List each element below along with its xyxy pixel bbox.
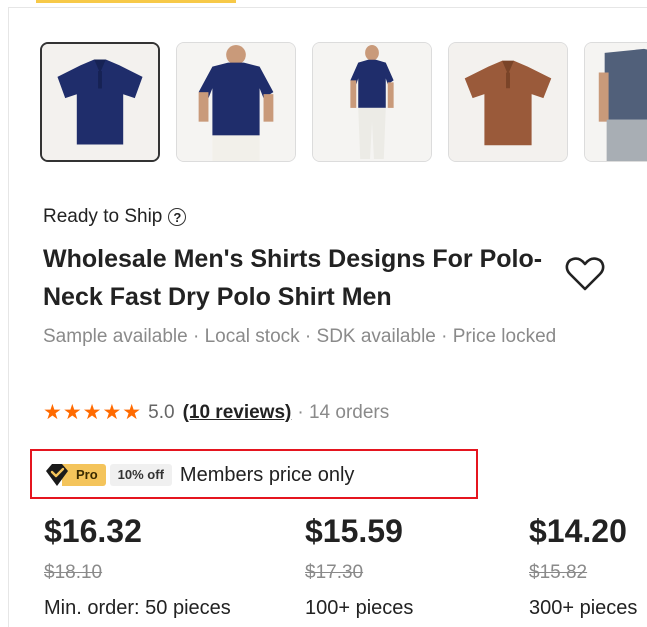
thumbnail-4[interactable]: [448, 42, 568, 162]
product-title: Wholesale Men's Shirts Designs For Polo-…: [43, 245, 543, 311]
grey-polo-model-icon: [585, 43, 647, 161]
price-tier-3: $14.20 $15.82 300+ pieces: [529, 510, 637, 624]
thumbnail-1[interactable]: [40, 42, 160, 162]
thumbnail-3[interactable]: [312, 42, 432, 162]
diamond-icon: [46, 464, 68, 486]
tier-quantity: 300+ pieces: [529, 597, 638, 619]
rating-score: 5.0: [148, 401, 175, 423]
tier-quantity: 100+ pieces: [305, 597, 414, 619]
navy-polo-flat-icon: [42, 44, 158, 160]
reviews-link[interactable]: (10 reviews): [183, 402, 292, 424]
star-rating-icon: ★★★★★: [43, 401, 143, 424]
price-tier-1: $16.32 $18.10 Min. order: 50 pieces: [44, 510, 231, 624]
tier-price: $15.59: [305, 513, 403, 549]
help-icon[interactable]: ?: [168, 208, 187, 226]
price-tier-2: $15.59 $17.30 100+ pieces: [305, 510, 413, 624]
tier-price: $14.20: [529, 513, 627, 549]
tier-price: $16.32: [44, 513, 142, 549]
ready-to-ship-label: Ready to Ship: [43, 206, 163, 227]
product-meta: Sample available · Local stock · SDK ava…: [43, 326, 557, 347]
ready-to-ship: Ready to Ship ?: [43, 206, 187, 228]
discount-badge: 10% off: [109, 464, 172, 486]
member-price-text: Members price only: [179, 463, 355, 486]
orders-count: · 14 orders: [297, 401, 390, 423]
tier-original-price: $15.82: [529, 562, 588, 583]
top-accent-bar: [36, 0, 236, 3]
navy-polo-model-front-icon: [177, 43, 295, 161]
thumbnail-5[interactable]: [584, 42, 647, 162]
tier-original-price: $17.30: [305, 562, 364, 583]
tier-original-price: $18.10: [44, 562, 103, 583]
rating-row: ★★★★★ 5.0 (10 reviews) · 14 orders: [43, 400, 389, 425]
brown-polo-flat-icon: [449, 43, 567, 161]
pro-badge: Pro: [44, 463, 106, 487]
thumbnail-strip[interactable]: [40, 42, 647, 164]
heart-icon[interactable]: [565, 256, 605, 292]
member-price-row[interactable]: Pro 10% off Members price only: [44, 461, 354, 489]
thumbnail-2[interactable]: [176, 42, 296, 162]
navy-polo-model-full-icon: [313, 43, 431, 161]
tier-quantity: Min. order: 50 pieces: [44, 597, 231, 619]
